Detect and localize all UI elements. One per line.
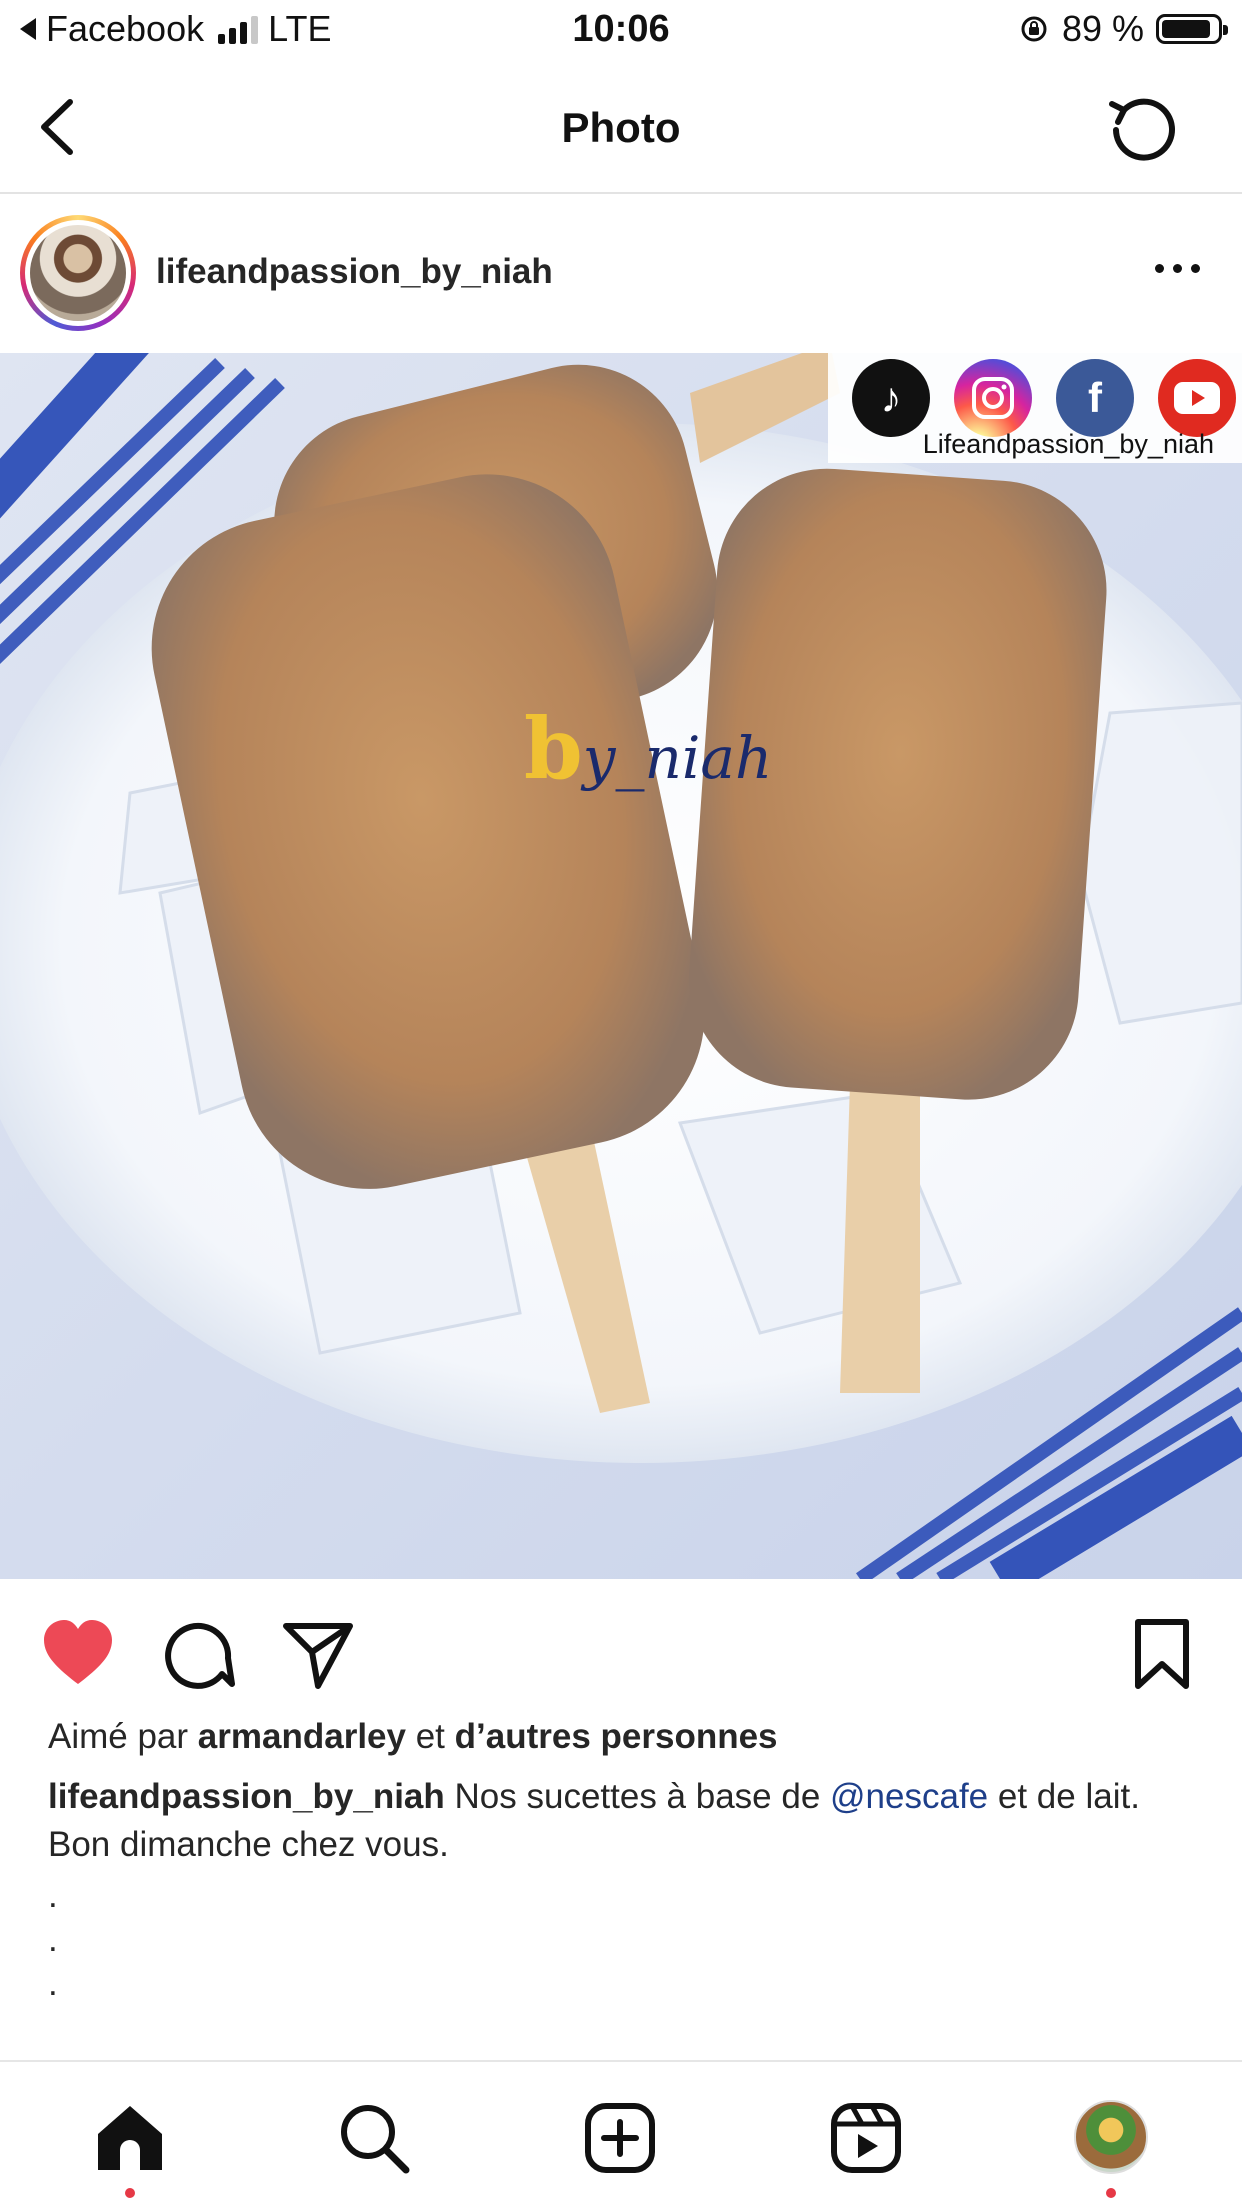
- tab-bar: [0, 2060, 1242, 2210]
- liked-by-prefix: Aimé par: [48, 1717, 189, 1756]
- page-title: Photo: [561, 104, 681, 151]
- status-bar: Facebook LTE 10:06 89 %: [0, 0, 1242, 62]
- profile-activity-dot: [1106, 2188, 1116, 2198]
- caption-author[interactable]: lifeandpassion_by_niah: [48, 1777, 445, 1816]
- liked-by-others[interactable]: d’autres personnes: [455, 1717, 778, 1756]
- caption-text-before: Nos sucettes à base de: [454, 1777, 821, 1816]
- caption-dot: .: [48, 1964, 58, 2003]
- youtube-icon: [1158, 359, 1236, 437]
- more-horizontal-icon[interactable]: [1155, 264, 1200, 273]
- rotation-lock-icon: [1021, 16, 1047, 42]
- caption-mention[interactable]: @nescafe: [830, 1777, 988, 1816]
- share-icon[interactable]: [280, 1616, 356, 1692]
- caption-dot: .: [48, 1876, 58, 1915]
- popsicles-image: [0, 353, 1242, 1579]
- caption-text: lifeandpassion_by_niah Nos sucettes à ba…: [48, 1776, 1198, 1818]
- social-handle: Lifeandpassion_by_niah: [922, 429, 1214, 459]
- reels-icon[interactable]: [828, 2100, 904, 2176]
- social-banner: ♪ f Lifeandpassion_by_niah: [828, 353, 1242, 463]
- caption-text-after: et de lait.: [997, 1777, 1140, 1816]
- watermark-b: b: [524, 699, 583, 798]
- home-activity-dot: [125, 2188, 135, 2198]
- watermark-text: y_niah: [582, 724, 773, 792]
- instagram-icon: [954, 359, 1032, 437]
- facebook-icon: f: [1056, 359, 1134, 437]
- refresh-icon[interactable]: [1104, 88, 1184, 168]
- liked-by-user[interactable]: armandarley: [198, 1717, 406, 1756]
- post-caption: Aimé par armandarley et d’autres personn…: [48, 1716, 1198, 2004]
- avatar[interactable]: [20, 215, 136, 331]
- post-actions: [0, 1580, 1242, 1720]
- avatar-image: [30, 225, 126, 321]
- tiktok-icon: ♪: [852, 359, 930, 437]
- search-icon[interactable]: [336, 2100, 412, 2176]
- post-photo[interactable]: ♪ f Lifeandpassion_by_niah by_niah: [0, 353, 1242, 1579]
- profile-avatar[interactable]: [1074, 2100, 1148, 2174]
- heart-icon[interactable]: [40, 1616, 116, 1692]
- caption-dot: .: [48, 1920, 58, 1959]
- post-username[interactable]: lifeandpassion_by_niah: [156, 252, 553, 292]
- liked-by[interactable]: Aimé par armandarley et d’autres personn…: [48, 1716, 1198, 1758]
- home-icon[interactable]: [92, 2100, 168, 2176]
- liked-by-middle: et: [415, 1717, 445, 1756]
- watermark: by_niah: [524, 699, 772, 798]
- comment-icon[interactable]: [160, 1616, 236, 1692]
- caption-line-2: Bon dimanche chez vous.: [48, 1825, 449, 1864]
- post-header: lifeandpassion_by_niah: [0, 194, 1242, 352]
- navigation-bar: Photo: [0, 62, 1242, 194]
- bookmark-icon[interactable]: [1124, 1616, 1200, 1692]
- create-icon[interactable]: [582, 2100, 658, 2176]
- battery-icon: [1156, 14, 1228, 44]
- battery-percent: 89 %: [1061, 8, 1144, 49]
- status-right: 89 %: [1020, 8, 1228, 50]
